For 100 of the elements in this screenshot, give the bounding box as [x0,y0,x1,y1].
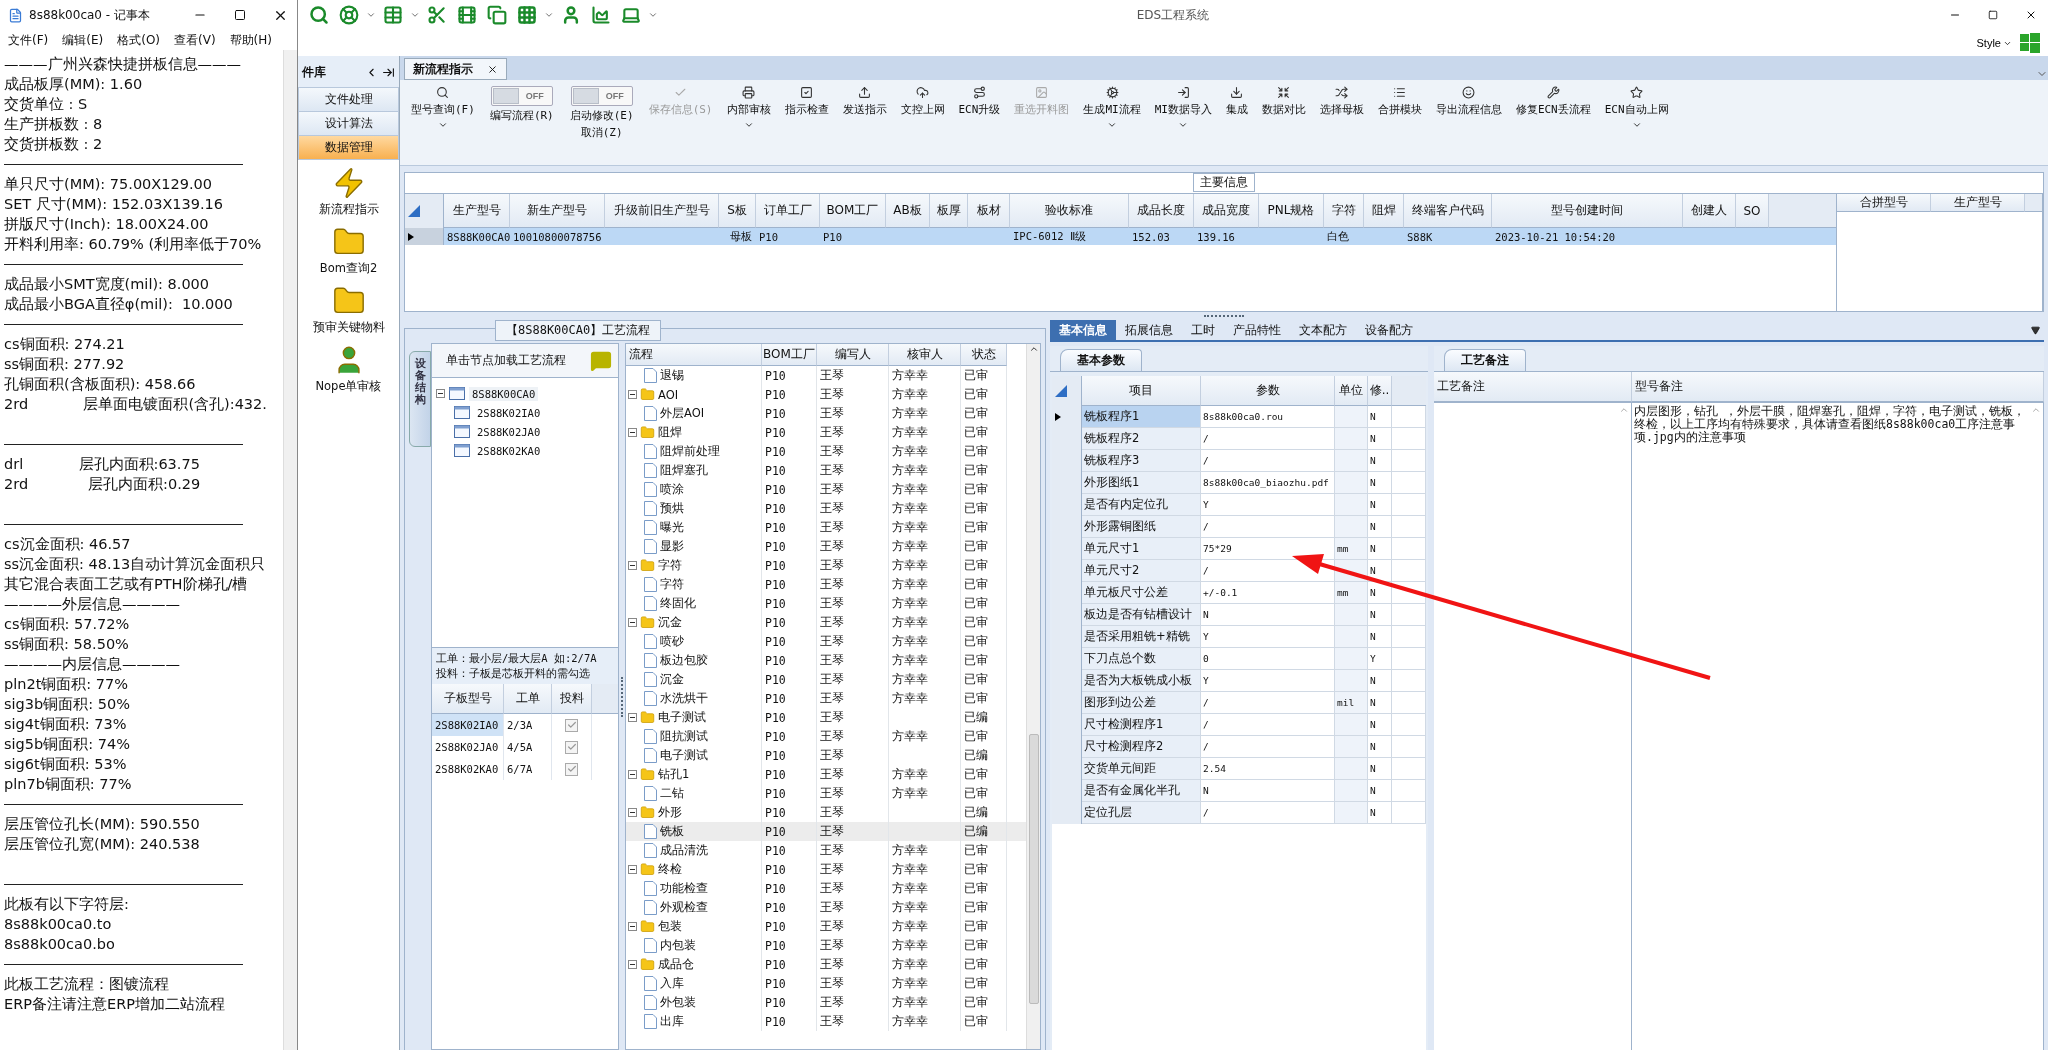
tree-item[interactable]: 2S88K02IA0 [474,405,544,420]
collapse-toggle[interactable] [628,713,637,722]
column-header[interactable]: 参数 [1201,376,1335,406]
table-row[interactable]: 尺寸检测程序2 / N [1052,736,1426,758]
document-tab[interactable]: 新流程指示 [404,58,507,80]
table-row[interactable]: 交货单元间距 2.54 N [1052,758,1426,780]
toolbar-button[interactable]: 数据对比 [1256,84,1311,119]
column-header[interactable]: BOM工厂 [820,194,886,228]
laptop-icon[interactable] [621,5,641,25]
scroll-up-icon[interactable] [1028,344,1039,354]
area-chart-icon[interactable] [591,5,611,25]
toolbar-button[interactable]: 指示检查 [779,84,834,119]
close-icon[interactable] [487,63,498,75]
toolbar-button[interactable]: 合拼模块 [1372,84,1427,119]
menu-item[interactable]: 编辑(E) [62,31,104,49]
restore-icon[interactable] [1988,10,1998,20]
table-row[interactable]: 定位孔层 / N [1052,802,1426,824]
column-header[interactable]: 新生产型号 [510,194,605,228]
tool-label[interactable]: 新流程指示 [318,202,379,217]
toolbar-button[interactable]: 发送指示 [837,84,892,119]
table-row[interactable]: 下刀点总个数 0 Y [1052,648,1426,670]
tree-item[interactable]: 8S88K00CA0 [469,386,539,401]
table-row[interactable]: 尺寸检测程序1 / N [1052,714,1426,736]
collapse-toggle[interactable] [628,561,637,570]
column-header[interactable]: S板 [719,194,756,228]
table-row[interactable]: 铣板程序3 / N [1052,450,1426,472]
column-header[interactable]: 单位 [1335,376,1368,406]
column-header[interactable]: 验收标准 [1010,194,1129,228]
tab[interactable]: 产品特性 [1224,320,1290,340]
column-header[interactable]: 阻焊 [1364,194,1404,228]
film-icon[interactable] [457,5,477,25]
table-row[interactable]: 铣板程序1 8s88k00ca0.rou N [1052,406,1426,428]
toolbar-button[interactable]: 选择母板 [1314,84,1369,119]
tool-label[interactable]: Nope单审核 [315,379,382,394]
collapse-toggle[interactable] [628,960,637,969]
scissors-icon[interactable] [427,5,447,25]
checkbox[interactable] [565,762,578,776]
side-tab[interactable]: 设备结构 [409,351,431,447]
table-row[interactable]: 板边是否有钻槽设计 N N [1052,604,1426,626]
pin-icon[interactable] [382,65,395,79]
tab[interactable]: 工时 [1182,320,1224,340]
tab[interactable]: 基本参数 [1060,349,1142,371]
menu-item[interactable]: 文件(F) [8,31,49,49]
table-row[interactable]: 铣板 P10 王琴 已编 [626,822,1026,841]
tab[interactable]: 工艺备注 [1444,349,1526,371]
table-row[interactable]: 单元尺寸2 / N [1052,560,1426,582]
table-row[interactable]: 8S88K00CA0 10010800078756 母板 P10 P10 IPC-6012 Ⅱ级 152.03 139.16 白色 S88K 2023-10-21 10:54:20 [405,228,1836,245]
column-header[interactable]: 订单工厂 [756,194,820,228]
toggle-switch[interactable]: OFF [570,86,633,106]
table-row[interactable]: 单元尺寸1 75*29 mm N [1052,538,1426,560]
column-header[interactable]: 项目 [1082,376,1201,406]
style-menu[interactable]: Style [1976,37,2012,49]
toolbar-button[interactable]: MI数据导入 [1149,84,1217,132]
search-icon[interactable] [309,5,329,25]
tab[interactable]: 拓展信息 [1116,320,1182,340]
toolbar-button[interactable]: ECN自动上网 [1599,84,1674,132]
column-header[interactable]: 修.. [1368,376,1392,406]
column-header[interactable]: 成品长度 [1129,194,1194,228]
toolbar-button[interactable]: 导出流程信息 [1430,84,1507,119]
table-row[interactable]: 单元板尺寸公差 +/-0.1 mm N [1052,582,1426,604]
tree-item[interactable]: 2S88K02JA0 [474,424,544,439]
column-header[interactable]: 创建人 [1683,194,1736,228]
column-header[interactable]: 合拼型号 [1837,194,1931,212]
copy-icon[interactable] [487,5,507,25]
menu-item[interactable]: 格式(O) [117,31,161,49]
menu-item[interactable]: 帮助(H) [229,31,272,49]
collapse-toggle[interactable] [628,770,637,779]
toolbar-button[interactable]: 文控上网 [895,84,950,119]
column-header[interactable]: AB板 [886,194,930,228]
column-header[interactable]: 核审人 [889,344,961,366]
table-row[interactable]: 外形露铜图纸 / N [1052,516,1426,538]
collapse-toggle[interactable] [628,808,637,817]
column-header[interactable]: 生产型号 [444,194,510,228]
tab[interactable]: 设备配方 [1356,320,1422,340]
checkbox[interactable] [565,718,578,732]
table-row[interactable]: 是否有金属化半孔 N N [1052,780,1426,802]
collapse-toggle[interactable] [436,389,445,398]
table-row[interactable]: 图形到边公差 / mil N [1052,692,1426,714]
tab[interactable]: 基本信息 [1050,320,1116,340]
table-row[interactable]: 是否有内定位孔 Y N [1052,494,1426,516]
toolbar-button[interactable]: 生成MI流程 [1078,84,1146,132]
column-header[interactable]: 升级前旧生产型号 [605,194,719,228]
column-header[interactable]: 型号备注 [1632,372,2044,402]
maximize-icon[interactable] [234,9,246,21]
table-row[interactable]: 外形图纸1 8s88k00ca0_biaozhu.pdf N [1052,472,1426,494]
collapse-toggle[interactable] [628,922,637,931]
caret-icon[interactable] [2031,325,2040,335]
lifebuoy-icon[interactable] [339,5,359,25]
column-header[interactable]: 成品宽度 [1194,194,1259,228]
menu-item[interactable]: 查看(V) [174,31,216,49]
toolbar-button[interactable]: ECN升级 [953,84,1006,119]
column-header[interactable]: PNL规格 [1259,194,1324,228]
toolbar-button[interactable]: 型号查询(F) [406,84,480,132]
sidebar-category[interactable]: 文件处理 [298,87,399,112]
column-header[interactable]: 工艺备注 [1434,372,1632,402]
scroll-thumb[interactable] [1028,734,1039,1004]
tool-label[interactable]: Bom查询2 [319,261,378,276]
close-icon[interactable] [2025,9,2037,21]
tab[interactable]: 文本配方 [1290,320,1356,340]
toolbar-button[interactable]: 内部审核 [721,84,776,132]
